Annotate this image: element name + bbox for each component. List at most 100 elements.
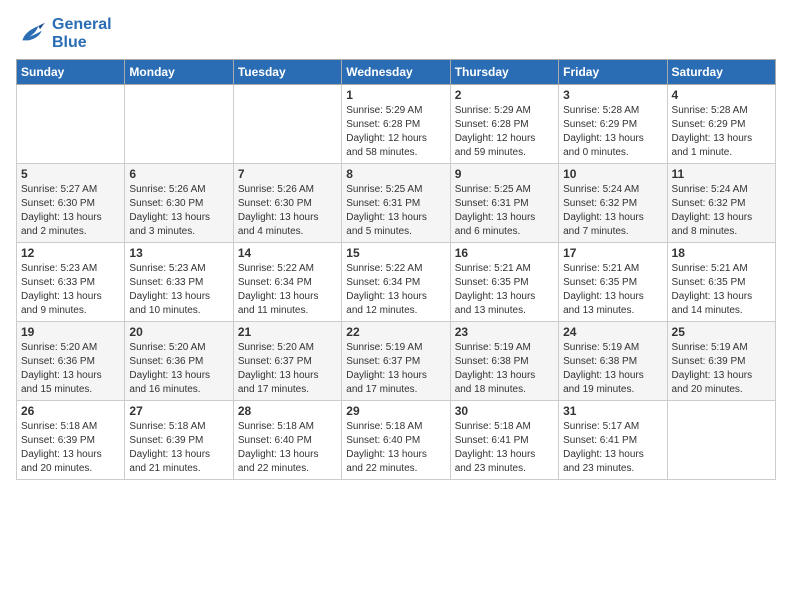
calendar-cell: 29 Sunrise: 5:18 AMSunset: 6:40 PMDayligh… [342,401,450,480]
day-number: 2 [455,88,554,102]
calendar-cell: 1Sunrise: 5:29 AMSunset: 6:28 PMDaylight… [342,85,450,164]
day-info: Sunrise: 5:21 AMSunset: 6:35 PMDaylight:… [563,262,662,318]
day-number: 23 [455,325,554,339]
day-info: Sunrise: 5:26 AMSunset: 6:30 PMDaylight:… [129,183,228,239]
day-number: 7 [238,167,337,181]
day-number: 6 [129,167,228,181]
day-number: 31 [563,404,662,418]
calendar-cell: 5Sunrise: 5:27 AMSunset: 6:30 PMDaylight… [17,164,125,243]
day-number: 9 [455,167,554,181]
logo-text: General Blue [52,16,112,51]
day-info: Sunrise: 5:18 AMSunset: 6:40 PMDaylight:… [238,420,337,476]
calendar-cell: 15Sunrise: 5:22 AMSunset: 6:34 PMDayligh… [342,243,450,322]
day-number: 29 [346,404,445,418]
day-info: Sunrise: 5:19 AMSunset: 6:39 PMDaylight:… [672,341,771,397]
calendar-table: SundayMondayTuesdayWednesdayThursdayFrid… [16,59,776,480]
calendar-cell: 14Sunrise: 5:22 AMSunset: 6:34 PMDayligh… [233,243,341,322]
day-info: Sunrise: 5:20 AMSunset: 6:36 PMDaylight:… [129,341,228,397]
calendar-cell: 20 Sunrise: 5:20 AMSunset: 6:36 PMDayligh… [125,322,233,401]
weekday-header-tuesday: Tuesday [233,60,341,85]
day-info: Sunrise: 5:19 AMSunset: 6:38 PMDaylight:… [455,341,554,397]
day-number: 30 [455,404,554,418]
day-number: 4 [672,88,771,102]
calendar-cell: 13 Sunrise: 5:23 AMSunset: 6:33 PMDayligh… [125,243,233,322]
calendar-cell: 2 Sunrise: 5:29 AMSunset: 6:28 PMDaylight… [450,85,558,164]
calendar-cell: 30 Sunrise: 5:18 AMSunset: 6:41 PMDayligh… [450,401,558,480]
day-number: 22 [346,325,445,339]
day-number: 24 [563,325,662,339]
calendar-cell [233,85,341,164]
calendar-week-row: 26 Sunrise: 5:18 AMSunset: 6:39 PMDayligh… [17,401,776,480]
day-info: Sunrise: 5:21 AMSunset: 6:35 PMDaylight:… [672,262,771,318]
calendar-cell: 16Sunrise: 5:21 AMSunset: 6:35 PMDayligh… [450,243,558,322]
calendar-cell: 25 Sunrise: 5:19 AMSunset: 6:39 PMDayligh… [667,322,775,401]
day-number: 28 [238,404,337,418]
day-info: Sunrise: 5:24 AMSunset: 6:32 PMDaylight:… [563,183,662,239]
calendar-cell: 9 Sunrise: 5:25 AMSunset: 6:31 PMDaylight… [450,164,558,243]
day-number: 13 [129,246,228,260]
day-number: 10 [563,167,662,181]
day-number: 19 [21,325,120,339]
calendar-cell: 21Sunrise: 5:20 AMSunset: 6:37 PMDayligh… [233,322,341,401]
weekday-header-friday: Friday [559,60,667,85]
calendar-cell [17,85,125,164]
weekday-header-monday: Monday [125,60,233,85]
calendar-cell: 6 Sunrise: 5:26 AMSunset: 6:30 PMDaylight… [125,164,233,243]
day-info: Sunrise: 5:18 AMSunset: 6:40 PMDaylight:… [346,420,445,476]
calendar-cell: 26 Sunrise: 5:18 AMSunset: 6:39 PMDayligh… [17,401,125,480]
day-info: Sunrise: 5:28 AMSunset: 6:29 PMDaylight:… [563,104,662,160]
day-info: Sunrise: 5:20 AMSunset: 6:37 PMDaylight:… [238,341,337,397]
calendar-cell [125,85,233,164]
calendar-cell: 19 Sunrise: 5:20 AMSunset: 6:36 PMDayligh… [17,322,125,401]
day-number: 3 [563,88,662,102]
day-number: 26 [21,404,120,418]
day-info: Sunrise: 5:24 AMSunset: 6:32 PMDaylight:… [672,183,771,239]
calendar-week-row: 12Sunrise: 5:23 AMSunset: 6:33 PMDayligh… [17,243,776,322]
logo-icon [16,18,48,50]
day-info: Sunrise: 5:19 AMSunset: 6:38 PMDaylight:… [563,341,662,397]
calendar-cell: 4 Sunrise: 5:28 AMSunset: 6:29 PMDaylight… [667,85,775,164]
day-number: 18 [672,246,771,260]
calendar-cell: 10 Sunrise: 5:24 AMSunset: 6:32 PMDayligh… [559,164,667,243]
day-number: 27 [129,404,228,418]
day-number: 17 [563,246,662,260]
calendar-cell: 11Sunrise: 5:24 AMSunset: 6:32 PMDayligh… [667,164,775,243]
calendar-week-row: 1Sunrise: 5:29 AMSunset: 6:28 PMDaylight… [17,85,776,164]
day-info: Sunrise: 5:18 AMSunset: 6:39 PMDaylight:… [21,420,120,476]
calendar-cell: 18 Sunrise: 5:21 AMSunset: 6:35 PMDayligh… [667,243,775,322]
calendar-cell: 24 Sunrise: 5:19 AMSunset: 6:38 PMDayligh… [559,322,667,401]
calendar-week-row: 5Sunrise: 5:27 AMSunset: 6:30 PMDaylight… [17,164,776,243]
weekday-header-saturday: Saturday [667,60,775,85]
page-header: General Blue [16,16,776,51]
weekday-header-sunday: Sunday [17,60,125,85]
calendar-week-row: 19 Sunrise: 5:20 AMSunset: 6:36 PMDayligh… [17,322,776,401]
day-number: 15 [346,246,445,260]
calendar-cell: 22 Sunrise: 5:19 AMSunset: 6:37 PMDayligh… [342,322,450,401]
day-number: 5 [21,167,120,181]
day-info: Sunrise: 5:26 AMSunset: 6:30 PMDaylight:… [238,183,337,239]
day-info: Sunrise: 5:18 AMSunset: 6:39 PMDaylight:… [129,420,228,476]
day-info: Sunrise: 5:29 AMSunset: 6:28 PMDaylight:… [346,104,445,160]
day-number: 25 [672,325,771,339]
calendar-cell: 28 Sunrise: 5:18 AMSunset: 6:40 PMDayligh… [233,401,341,480]
day-number: 20 [129,325,228,339]
day-info: Sunrise: 5:20 AMSunset: 6:36 PMDaylight:… [21,341,120,397]
day-info: Sunrise: 5:19 AMSunset: 6:37 PMDaylight:… [346,341,445,397]
day-info: Sunrise: 5:29 AMSunset: 6:28 PMDaylight:… [455,104,554,160]
day-info: Sunrise: 5:18 AMSunset: 6:41 PMDaylight:… [455,420,554,476]
weekday-header-row: SundayMondayTuesdayWednesdayThursdayFrid… [17,60,776,85]
day-number: 16 [455,246,554,260]
day-number: 14 [238,246,337,260]
calendar-cell: 12Sunrise: 5:23 AMSunset: 6:33 PMDayligh… [17,243,125,322]
calendar-cell: 31Sunrise: 5:17 AMSunset: 6:41 PMDayligh… [559,401,667,480]
calendar-cell: 7 Sunrise: 5:26 AMSunset: 6:30 PMDaylight… [233,164,341,243]
day-info: Sunrise: 5:28 AMSunset: 6:29 PMDaylight:… [672,104,771,160]
logo: General Blue [16,16,112,51]
weekday-header-thursday: Thursday [450,60,558,85]
calendar-cell: 23 Sunrise: 5:19 AMSunset: 6:38 PMDayligh… [450,322,558,401]
calendar-cell: 17 Sunrise: 5:21 AMSunset: 6:35 PMDayligh… [559,243,667,322]
day-info: Sunrise: 5:25 AMSunset: 6:31 PMDaylight:… [455,183,554,239]
calendar-cell [667,401,775,480]
calendar-cell: 3 Sunrise: 5:28 AMSunset: 6:29 PMDaylight… [559,85,667,164]
day-info: Sunrise: 5:23 AMSunset: 6:33 PMDaylight:… [129,262,228,318]
